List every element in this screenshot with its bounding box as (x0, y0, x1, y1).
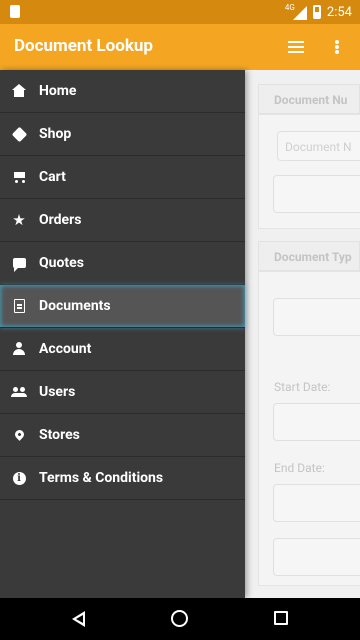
end-date-label: End Date: (274, 461, 325, 475)
sidebar-item-label: Account (39, 341, 92, 357)
sidebar-item-label: Home (39, 83, 77, 99)
sidebar-item-home[interactable]: Home (0, 70, 245, 113)
sidebar-item-label: Orders (39, 212, 82, 228)
sd-card-icon (10, 5, 20, 18)
sidebar-item-stores[interactable]: Stores (0, 414, 245, 457)
users-icon (11, 384, 27, 400)
more-options-icon[interactable] (324, 34, 350, 60)
sidebar-item-account[interactable]: Account (0, 328, 245, 371)
document-icon (11, 298, 27, 314)
sidebar-item-label: Users (39, 384, 76, 400)
home-icon (11, 83, 27, 99)
sidebar-item-label: Shop (39, 126, 72, 142)
star-icon: ★ (12, 211, 26, 229)
clock: 2:54 (326, 4, 352, 20)
info-icon: i (11, 470, 27, 486)
location-pin-icon (11, 427, 27, 443)
sidebar-item-shop[interactable]: Shop (0, 113, 245, 156)
cart-icon (11, 169, 27, 185)
recent-apps-icon[interactable] (274, 611, 288, 625)
page-title: Document Lookup (14, 36, 153, 56)
start-date-label: Start Date: (274, 380, 331, 394)
menu-icon[interactable] (283, 34, 309, 60)
app-bar: Document Lookup (0, 24, 360, 70)
home-button-icon[interactable] (171, 610, 188, 627)
system-navigation-bar (0, 598, 360, 640)
document-number-input[interactable]: Document N (277, 131, 360, 161)
tag-icon (11, 126, 27, 142)
document-type-header: Document Typ (258, 241, 360, 271)
sidebar-item-label: Stores (39, 427, 80, 443)
battery-icon (312, 5, 321, 19)
signal-icon: 4G (285, 3, 307, 21)
submit-button[interactable] (273, 538, 360, 576)
sidebar-item-label: Quotes (39, 255, 84, 271)
sidebar-item-terms[interactable]: i Terms & Conditions (0, 457, 245, 500)
document-number-header: Document Nu (258, 84, 360, 114)
sidebar-item-label: Terms & Conditions (39, 470, 164, 486)
sidebar-item-users[interactable]: Users (0, 371, 245, 414)
status-bar: 4G 2:54 (0, 0, 360, 24)
status-indicators: 4G 2:54 (285, 3, 352, 21)
sidebar-item-label: Documents (39, 298, 111, 314)
document-type-select[interactable] (273, 298, 360, 336)
end-date-input[interactable] (273, 484, 360, 522)
search-field[interactable] (273, 175, 360, 213)
sidebar-item-cart[interactable]: Cart (0, 156, 245, 199)
start-date-input[interactable] (273, 403, 360, 441)
navigation-drawer: Home Shop Cart ★ Orders Quotes Documents… (0, 70, 245, 598)
sidebar-item-label: Cart (39, 169, 66, 185)
sidebar-item-quotes[interactable]: Quotes (0, 242, 245, 285)
person-icon (11, 341, 27, 357)
chat-bubble-icon (11, 255, 27, 272)
sidebar-item-documents[interactable]: Documents (0, 285, 245, 328)
sidebar-item-orders[interactable]: ★ Orders (0, 199, 245, 242)
